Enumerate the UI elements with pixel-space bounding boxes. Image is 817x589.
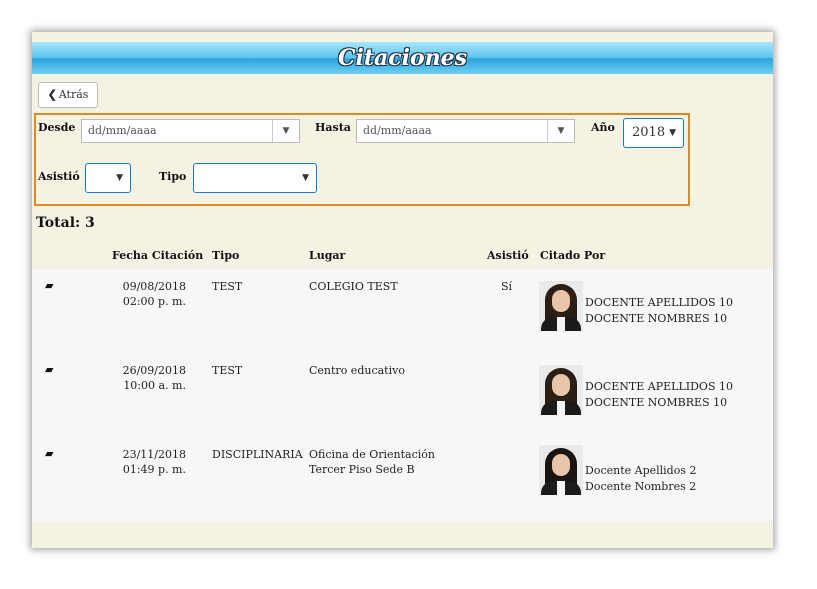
hasta-placeholder: dd/mm/aaaa: [363, 124, 432, 137]
caret-down-icon[interactable]: ▼: [272, 120, 299, 142]
folder-open-icon[interactable]: ▰: [45, 279, 53, 292]
cell-citado-por: DOCENTE APELLIDOS 10 DOCENTE NOMBRES 10: [585, 380, 733, 409]
col-header-tipo: Tipo: [212, 249, 240, 262]
table-row: ▰ 26/09/2018 10:00 a. m. TEST Centro edu…: [32, 353, 773, 437]
cell-asistio: Sí: [501, 280, 513, 293]
col-header-fecha: Fecha Citación: [112, 249, 204, 262]
title-bar: Citaciones: [32, 42, 773, 74]
desde-placeholder: dd/mm/aaaa: [88, 124, 157, 137]
cell-time: 01:49 p. m.: [122, 463, 186, 476]
cell-date: 26/09/2018: [122, 364, 186, 377]
cell-tipo: DISCIPLINARIA: [212, 448, 303, 461]
folder-open-icon[interactable]: ▰: [45, 363, 53, 376]
avatar: [539, 365, 583, 415]
back-button-label: Atrás: [58, 88, 89, 101]
col-header-asistio: Asistió: [487, 249, 529, 262]
caret-down-icon[interactable]: ▼: [547, 120, 574, 142]
cell-lugar: Centro educativo: [309, 364, 405, 377]
avatar: [539, 281, 583, 331]
hasta-date-input[interactable]: dd/mm/aaaa ▼: [356, 119, 575, 143]
cell-lugar: COLEGIO TEST: [309, 280, 398, 293]
cell-lugar: Oficina de Orientación Tercer Piso Sede …: [309, 448, 435, 476]
cell-date: 23/11/2018: [122, 448, 186, 461]
hasta-label: Hasta: [315, 121, 351, 134]
asistio-select[interactable]: ▼: [85, 163, 131, 193]
col-header-lugar: Lugar: [309, 249, 346, 262]
col-header-citado-por: Citado Por: [540, 249, 606, 262]
anio-select-value: 2018: [632, 125, 666, 140]
anio-label: Año: [591, 121, 615, 134]
page-title: Citaciones: [337, 45, 468, 71]
cell-date: 09/08/2018: [122, 280, 186, 293]
caret-down-icon: ▼: [116, 173, 123, 183]
cell-tipo: TEST: [212, 364, 243, 377]
cell-tipo: TEST: [212, 280, 243, 293]
tipo-select[interactable]: ▼: [193, 163, 317, 193]
cell-citado-por: DOCENTE APELLIDOS 10 DOCENTE NOMBRES 10: [585, 296, 733, 325]
anio-select[interactable]: 2018 ▼: [623, 118, 684, 148]
caret-down-icon: ▼: [302, 173, 309, 183]
table-row: ▰ 23/11/2018 01:49 p. m. DISCIPLINARIA O…: [32, 437, 773, 521]
cell-time: 02:00 p. m.: [122, 295, 186, 308]
total-count: Total: 3: [36, 215, 95, 231]
desde-label: Desde: [38, 121, 76, 134]
cell-citado-por: Docente Apellidos 2 Docente Nombres 2: [585, 464, 697, 493]
cell-time: 10:00 a. m.: [123, 379, 186, 392]
caret-down-icon: ▼: [669, 128, 676, 138]
desde-date-input[interactable]: dd/mm/aaaa ▼: [81, 119, 300, 143]
filter-panel: Desde dd/mm/aaaa ▼ Hasta dd/mm/aaaa ▼ Añ…: [34, 113, 690, 206]
tipo-label: Tipo: [159, 170, 187, 183]
avatar: [539, 445, 583, 495]
chevron-left-icon: ❮: [47, 88, 57, 101]
back-button[interactable]: ❮ Atrás: [38, 82, 98, 108]
table-row: ▰ 09/08/2018 02:00 p. m. TEST COLEGIO TE…: [32, 269, 773, 353]
asistio-label: Asistió: [38, 170, 80, 183]
app-window: Citaciones ❮ Atrás Desde dd/mm/aaaa ▼ Has…: [32, 32, 773, 548]
folder-open-icon[interactable]: ▰: [45, 447, 53, 460]
